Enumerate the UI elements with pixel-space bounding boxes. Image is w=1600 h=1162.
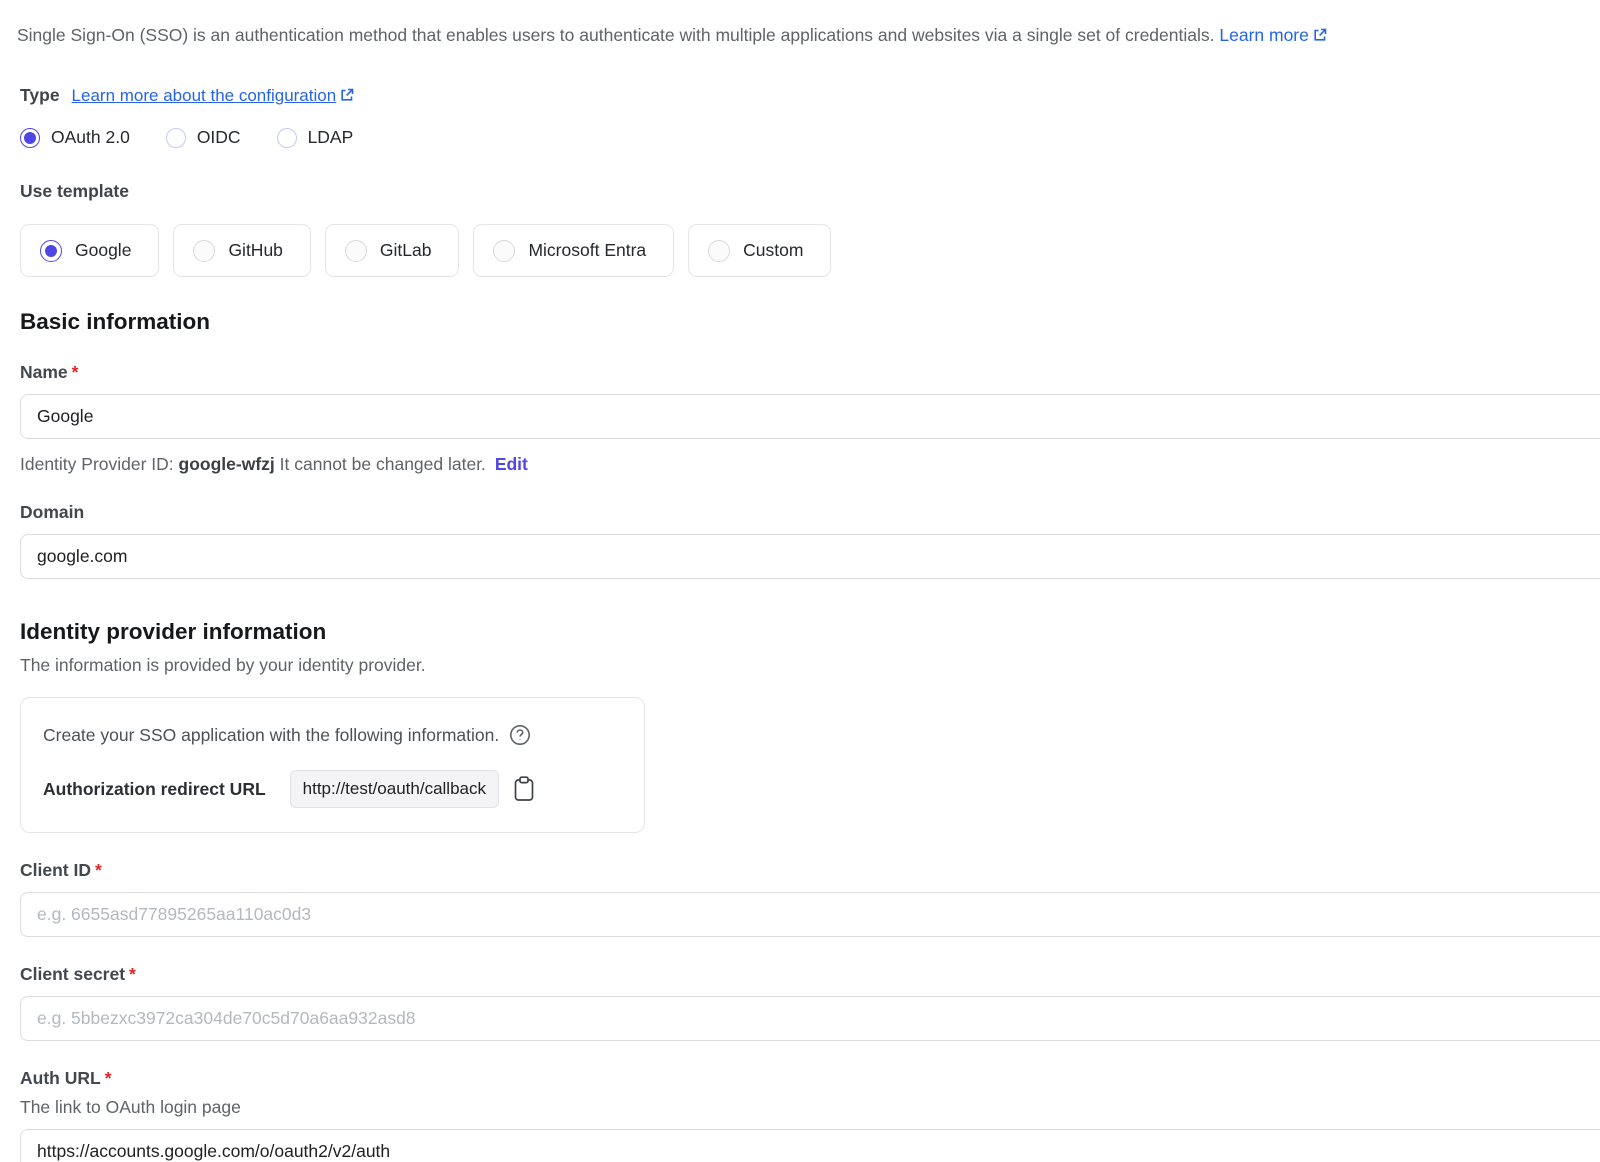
radio-circle-icon (193, 240, 215, 262)
radio-circle-icon (166, 128, 186, 148)
identity-provider-id-value: google-wfzj (179, 454, 275, 474)
template-card-gitlab[interactable]: GitLab (325, 224, 460, 277)
use-template-label: Use template (20, 181, 1600, 202)
sso-description-text: Single Sign-On (SSO) is an authenticatio… (17, 25, 1215, 45)
client-id-label: Client ID* (20, 860, 1600, 881)
type-row: Type Learn more about the configuration (20, 85, 1600, 106)
name-label: Name* (20, 362, 1600, 383)
radio-circle-icon (345, 240, 367, 262)
template-card-microsoft-entra[interactable]: Microsoft Entra (473, 224, 674, 277)
client-secret-label: Client secret* (20, 964, 1600, 985)
name-input[interactable] (20, 394, 1600, 439)
required-asterisk: * (95, 860, 102, 880)
template-card-custom[interactable]: Custom (688, 224, 831, 277)
basic-information-title: Basic information (20, 309, 1600, 335)
required-asterisk: * (72, 362, 79, 382)
radio-circle-icon (493, 240, 515, 262)
idp-information-title: Identity provider information (20, 619, 1600, 645)
auth-url-label: Auth URL* (20, 1068, 1600, 1089)
sso-description: Single Sign-On (SSO) is an authenticatio… (17, 24, 1600, 47)
type-options: OAuth 2.0 OIDC LDAP (20, 127, 1600, 148)
radio-oauth2[interactable]: OAuth 2.0 (20, 127, 130, 148)
radio-circle-selected-icon (20, 128, 40, 148)
auth-url-helper: The link to OAuth login page (20, 1097, 1600, 1118)
copy-button[interactable] (512, 775, 536, 803)
redirect-url-row: Authorization redirect URL http://test/o… (43, 770, 622, 808)
sso-application-info-card: Create your SSO application with the fol… (20, 697, 645, 833)
external-link-icon (339, 87, 355, 103)
external-link-icon (1312, 27, 1328, 43)
sso-settings-page: Single Sign-On (SSO) is an authenticatio… (0, 0, 1600, 1162)
configuration-doc-link[interactable]: Learn more about the configuration (72, 86, 356, 106)
edit-idp-id-link[interactable]: Edit (495, 454, 528, 474)
domain-input[interactable] (20, 534, 1600, 579)
radio-circle-icon (277, 128, 297, 148)
client-id-input[interactable] (20, 892, 1600, 937)
required-asterisk: * (105, 1068, 112, 1088)
client-secret-input[interactable] (20, 996, 1600, 1041)
identity-provider-id-line: Identity Provider ID: google-wfzj It can… (20, 454, 1600, 475)
copy-icon (512, 775, 536, 803)
radio-circle-icon (708, 240, 730, 262)
redirect-url-value[interactable]: http://test/oauth/callback (290, 770, 499, 808)
auth-url-input[interactable] (20, 1129, 1600, 1162)
template-cards: Google GitHub GitLab Microsoft Entra Cus… (20, 224, 1600, 277)
sso-card-instruction-row: Create your SSO application with the fol… (43, 724, 622, 746)
radio-ldap[interactable]: LDAP (277, 127, 354, 148)
help-icon[interactable] (509, 724, 531, 746)
radio-circle-selected-icon (40, 240, 62, 262)
radio-oidc[interactable]: OIDC (166, 127, 241, 148)
sso-card-instruction: Create your SSO application with the fol… (43, 725, 499, 746)
template-card-google[interactable]: Google (20, 224, 159, 277)
domain-label: Domain (20, 502, 1600, 523)
redirect-url-label: Authorization redirect URL (43, 779, 266, 800)
type-label: Type (20, 85, 60, 106)
template-card-github[interactable]: GitHub (173, 224, 310, 277)
learn-more-link[interactable]: Learn more (1219, 25, 1328, 45)
idp-information-subtitle: The information is provided by your iden… (20, 655, 1600, 676)
required-asterisk: * (129, 964, 136, 984)
